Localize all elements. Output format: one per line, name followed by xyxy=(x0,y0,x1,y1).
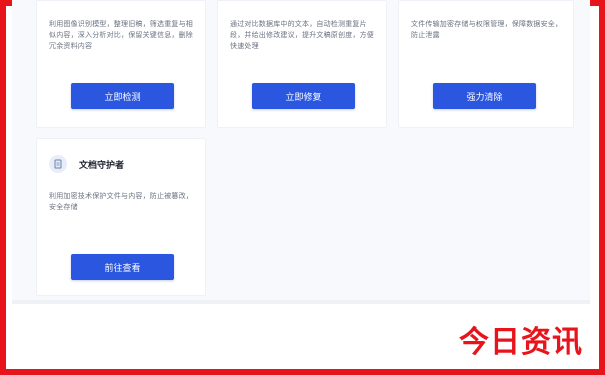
card-description: 文件传输加密存储与权限管理，保障数据安全，防止泄露 xyxy=(411,20,563,39)
card-description: 利用图像识别模型，整理旧稿，筛选重复与相似内容，深入分析对比，保留关键信息，删除… xyxy=(49,20,193,50)
feature-card-3: 文件传输加密存储与权限管理，保障数据安全，防止泄露 强力清除 xyxy=(398,0,574,128)
feature-card-1: 利用图像识别模型，整理旧稿，筛选重复与相似内容，深入分析对比，保留关键信息，删除… xyxy=(36,0,206,128)
feature-card-4: 文档守护者 利用加密技术保护文件与内容，防止被篡改，安全存储 前往查看 xyxy=(36,138,206,296)
watermark-logo-text: 今日资讯 xyxy=(459,325,583,360)
document-icon xyxy=(49,155,67,173)
card-description: 利用加密技术保护文件与内容，防止被篡改，安全存储 xyxy=(49,192,193,211)
card-1-action-button[interactable]: 立即检测 xyxy=(71,83,174,109)
card-header: 文档守护者 xyxy=(49,155,124,173)
card-2-action-button[interactable]: 立即修复 xyxy=(252,83,355,109)
feature-card-2: 通过对比数据库中的文本，自动检测重复片段，并给出修改建议，提升文稿原创度，方便快… xyxy=(217,0,387,128)
card-4-action-button[interactable]: 前往查看 xyxy=(71,254,174,280)
panel-divider xyxy=(12,300,590,304)
card-title: 文档守护者 xyxy=(79,160,125,171)
card-3-action-button[interactable]: 强力清除 xyxy=(433,83,536,109)
card-description: 通过对比数据库中的文本，自动检测重复片段，并给出修改建议，提升文稿原创度，方便快… xyxy=(230,20,374,50)
